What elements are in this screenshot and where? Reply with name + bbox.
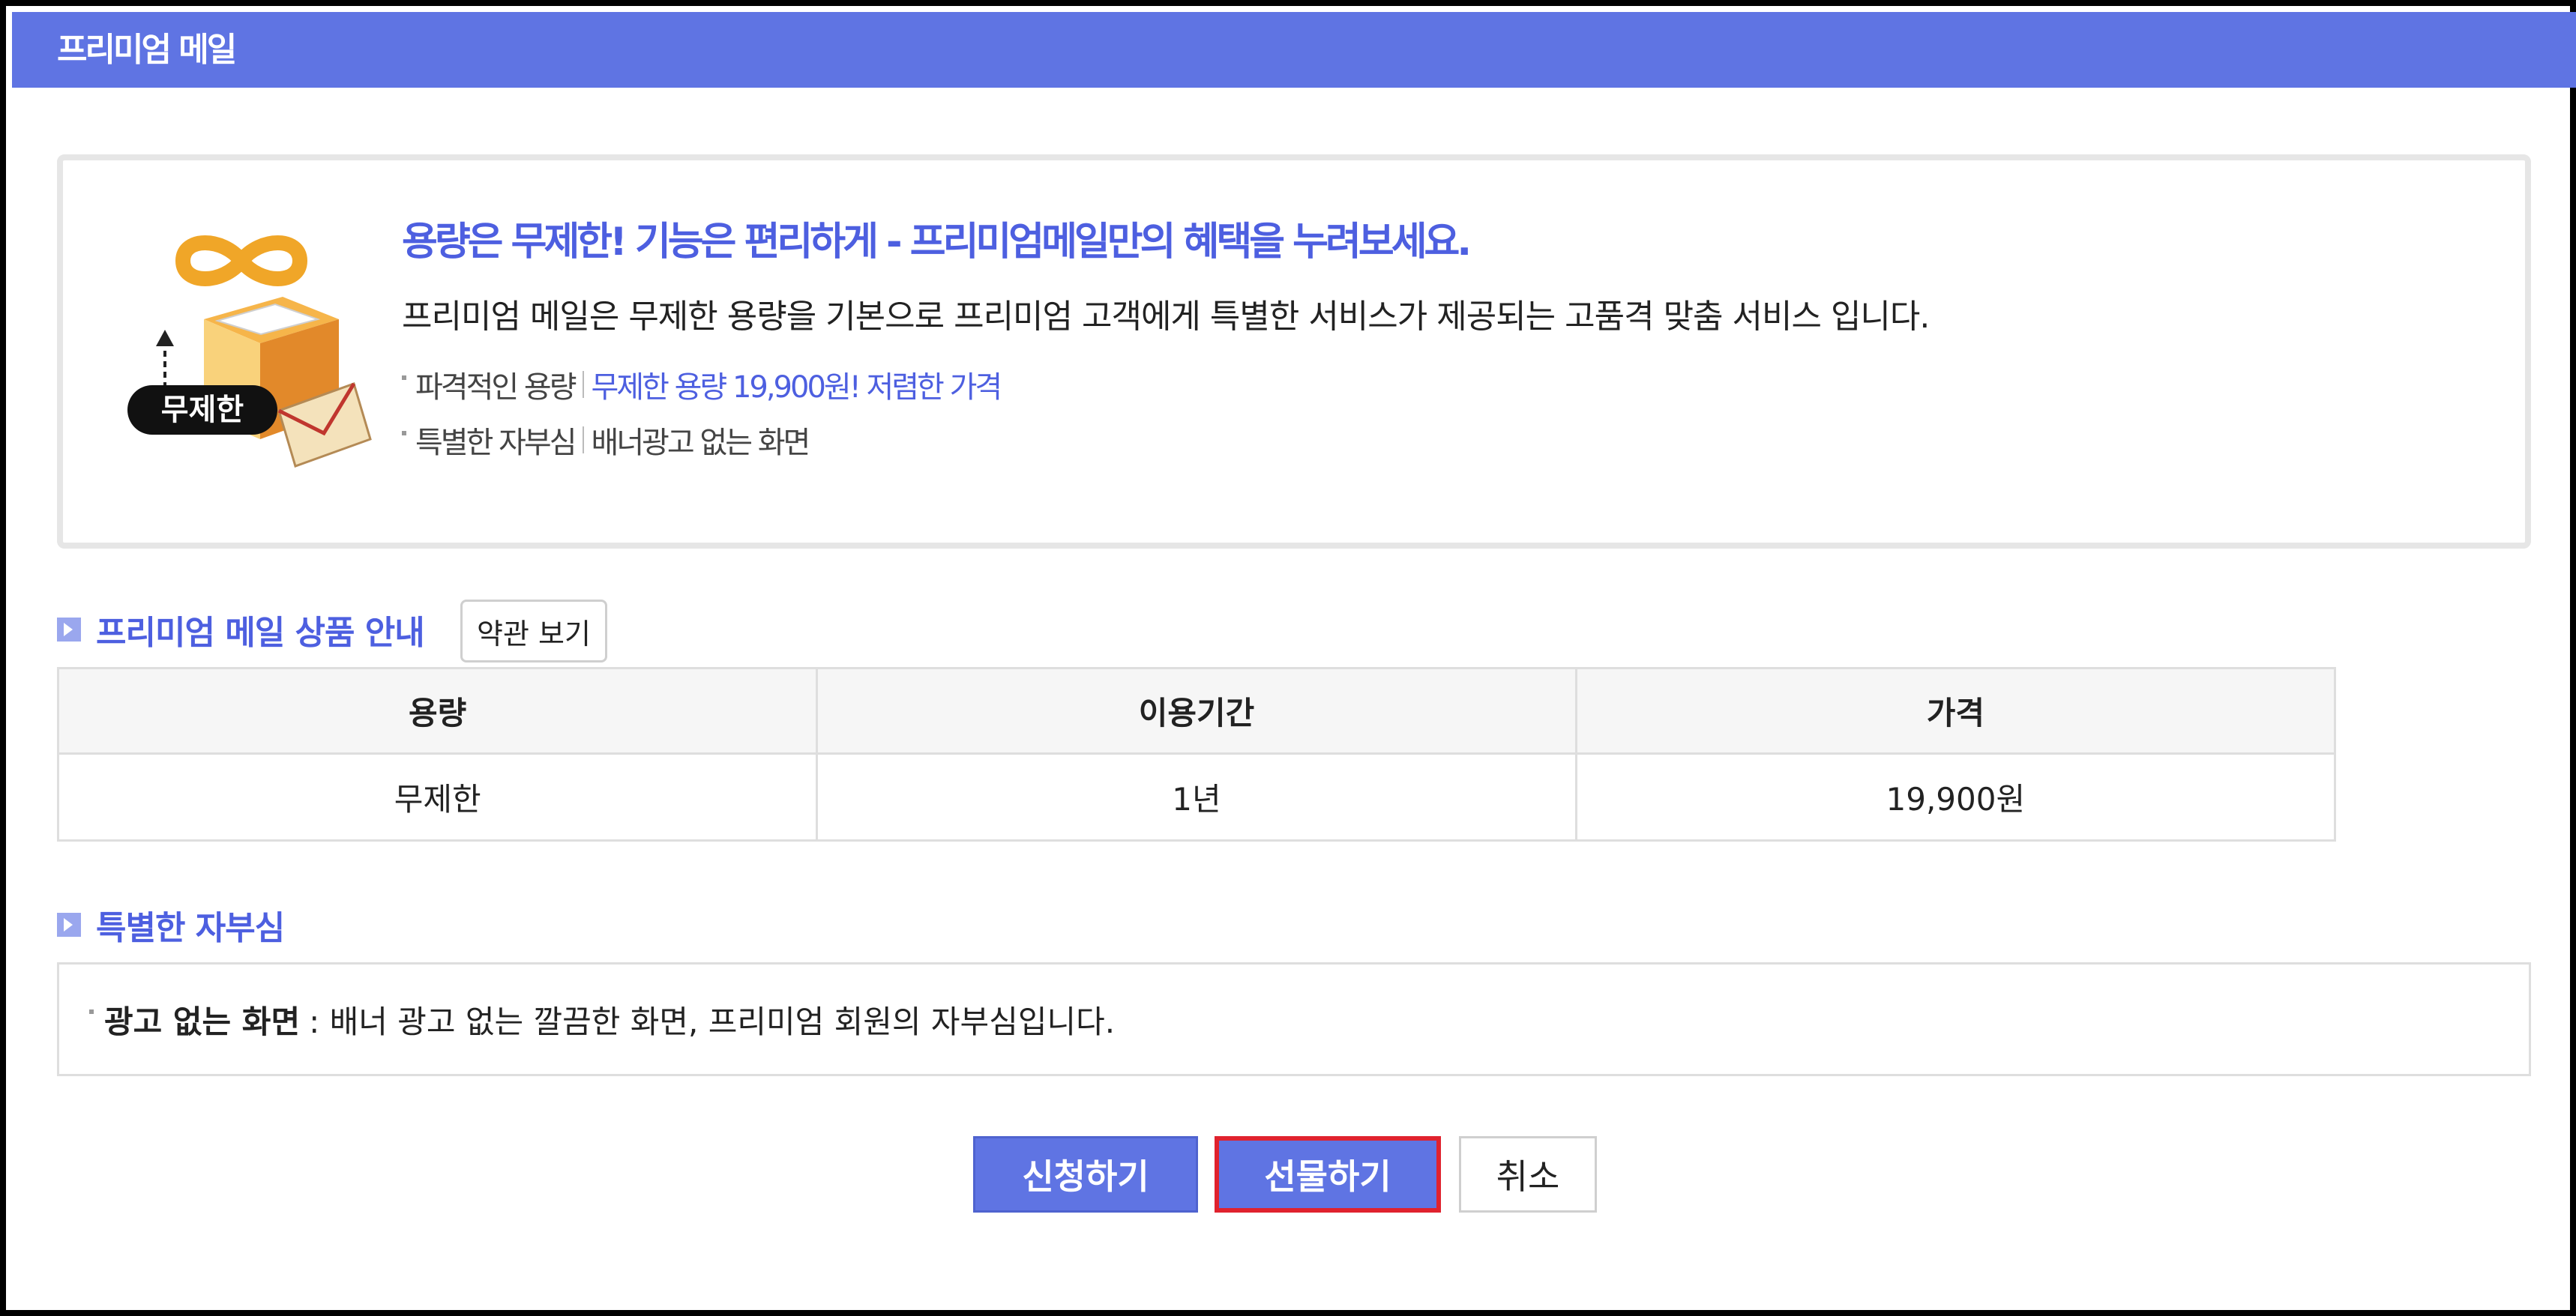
bullet-value: 무제한 용량 19,900원! 저렴한 가격 bbox=[591, 370, 1003, 405]
bullet-label: 특별한 자부심 bbox=[415, 426, 577, 460]
bullet-value: 배너광고 없는 화면 bbox=[591, 426, 811, 460]
apply-button[interactable]: 신청하기 bbox=[973, 1136, 1198, 1213]
unlimited-box-icon: 무제한 bbox=[127, 235, 372, 468]
gift-button[interactable]: 선물하기 bbox=[1215, 1136, 1441, 1213]
cell-price: 19,900원 bbox=[1574, 752, 2337, 842]
pride-item-title: 광고 없는 화면 bbox=[104, 1003, 301, 1040]
pride-box: 광고 없는 화면 : 배너 광고 없는 깔끔한 화면, 프리미엄 회원의 자부심… bbox=[57, 962, 2531, 1076]
table-header-row: 용량 이용기간 가격 bbox=[56, 667, 2337, 755]
pride-item-text: : 배너 광고 없는 깔끔한 화면, 프리미엄 회원의 자부심입니다. bbox=[309, 1003, 1116, 1040]
col-price-header: 가격 bbox=[1574, 667, 2337, 755]
section-title-text: 프리미엄 메일 상품 안내 bbox=[96, 614, 425, 652]
col-capacity-header: 용량 bbox=[56, 667, 819, 755]
divider bbox=[582, 426, 584, 453]
bullet-label: 파격적인 용량 bbox=[415, 370, 577, 405]
view-terms-button[interactable]: 약관 보기 bbox=[460, 600, 607, 662]
intro-description: 프리미엄 메일은 무제한 용량을 기본으로 프리미엄 고객에게 특별한 서비스가… bbox=[402, 298, 1930, 336]
cell-capacity: 무제한 bbox=[56, 752, 819, 842]
window-frame: 프리미엄 메일 무제한 용량은 무제한! 기능은 편리하게 - 프리미엄메일만의… bbox=[0, 0, 2576, 1316]
arrow-square-icon bbox=[57, 618, 81, 642]
table-row: 무제한 1년 19,900원 bbox=[56, 752, 2337, 842]
divider bbox=[582, 371, 584, 398]
intro-bullet-capacity: 파격적인 용량 무제한 용량 19,900원! 저렴한 가격 bbox=[402, 363, 1003, 406]
pride-section-title: 특별한 자부심 bbox=[57, 901, 285, 949]
intro-bullet-pride: 특별한 자부심 배너광고 없는 화면 bbox=[402, 418, 811, 462]
cell-period: 1년 bbox=[816, 752, 1577, 842]
icon-label: 무제한 bbox=[161, 393, 244, 427]
intro-box: 무제한 용량은 무제한! 기능은 편리하게 - 프리미엄메일만의 혜택을 누려보… bbox=[57, 154, 2531, 549]
section-title-text: 특별한 자부심 bbox=[96, 909, 285, 947]
product-section-title: 프리미엄 메일 상품 안내 bbox=[57, 606, 425, 654]
arrow-square-icon bbox=[57, 913, 81, 937]
bullet-dot bbox=[402, 431, 406, 435]
page-title: 프리미엄 메일 bbox=[57, 31, 237, 69]
intro-headline: 용량은 무제한! 기능은 편리하게 - 프리미엄메일만의 혜택을 누려보세요. bbox=[402, 220, 1472, 265]
bullet-dot bbox=[89, 1009, 94, 1014]
col-period-header: 이용기간 bbox=[816, 667, 1577, 755]
cancel-button[interactable]: 취소 bbox=[1459, 1136, 1597, 1213]
product-table: 용량 이용기간 가격 무제한 1년 19,900원 bbox=[56, 667, 2337, 842]
bullet-dot bbox=[402, 375, 406, 380]
header-bar: 프리미엄 메일 bbox=[12, 12, 2576, 88]
